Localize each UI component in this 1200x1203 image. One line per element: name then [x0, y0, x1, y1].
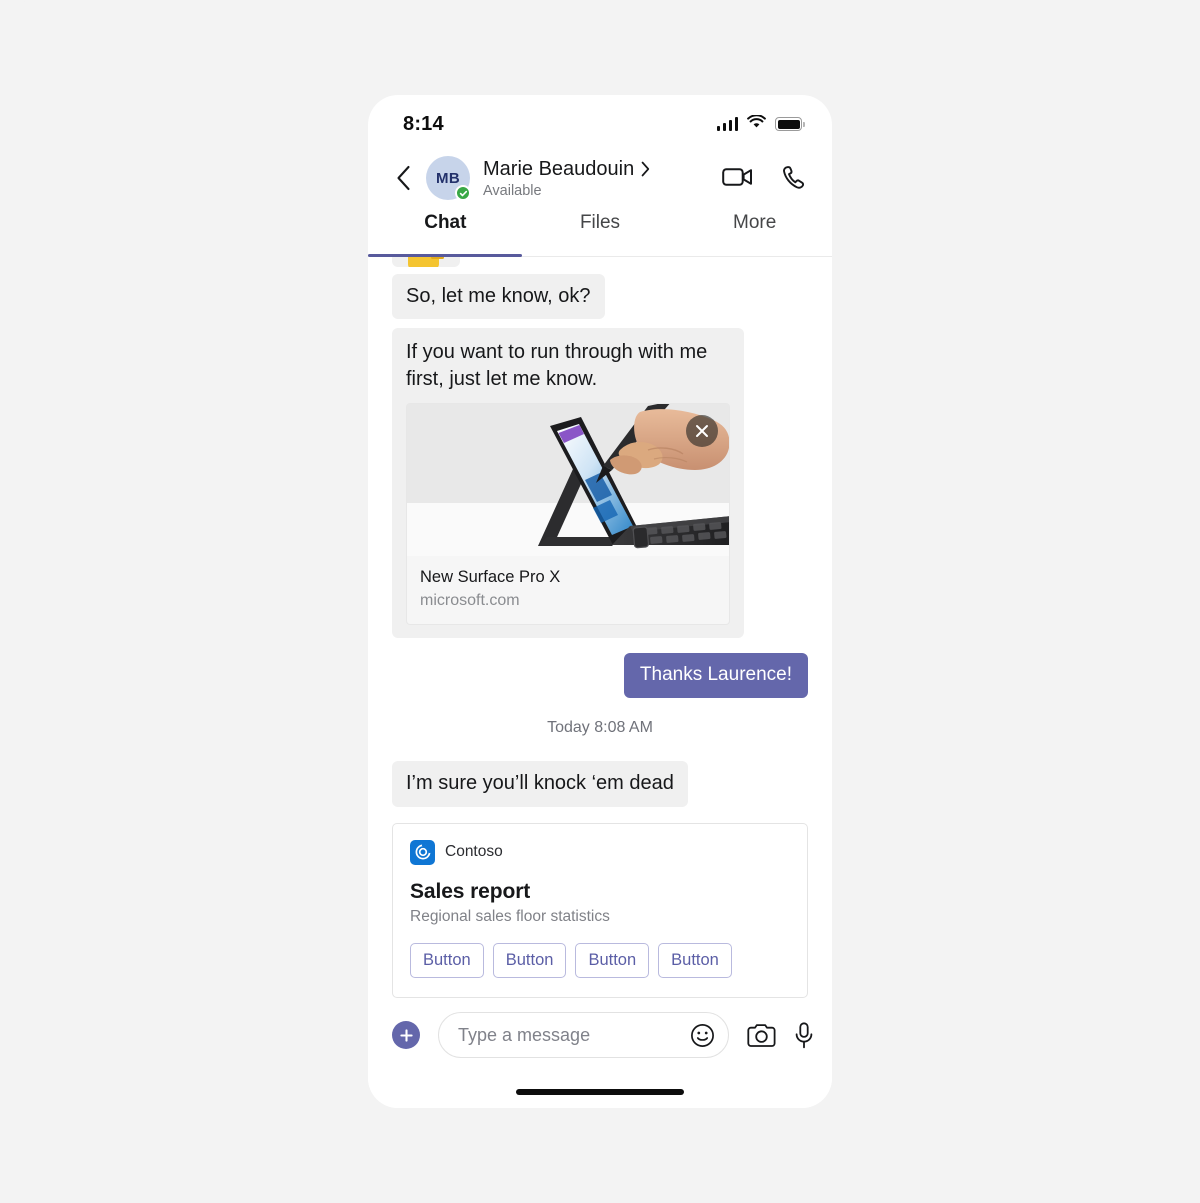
- tab-more[interactable]: More: [677, 209, 832, 256]
- status-bar-icons: [716, 113, 805, 134]
- message-bubble-incoming[interactable]: So, let me know, ok?: [392, 274, 605, 320]
- chevron-left-icon: [396, 165, 410, 191]
- camera-button[interactable]: [747, 1023, 776, 1048]
- battery-full-icon: [775, 117, 805, 131]
- tab-files[interactable]: Files: [523, 209, 678, 256]
- status-bar: 8:14: [368, 95, 832, 147]
- message-row: So, let me know, ok?: [392, 274, 808, 320]
- adaptive-card-title: Sales report: [410, 879, 531, 903]
- message-row: I’m sure you’ll knock ‘em dead: [392, 761, 808, 807]
- page-root: 8:14 MB Marie Beaudouin Available Chat F…: [0, 0, 1200, 1203]
- chat-header: MB Marie Beaudouin Available: [368, 147, 832, 209]
- header-text-block[interactable]: Marie Beaudouin Available: [483, 158, 722, 199]
- message-input-wrapper[interactable]: [438, 1012, 729, 1058]
- phone-icon: [783, 165, 804, 189]
- adaptive-card-subtitle: Regional sales floor statistics: [410, 907, 610, 925]
- signal-bars-icon: [716, 117, 738, 131]
- message-input[interactable]: [458, 1024, 690, 1046]
- contoso-logo-icon: [410, 839, 435, 865]
- close-icon: [696, 425, 708, 438]
- adaptive-card-actions: Button Button Button Button: [410, 942, 790, 979]
- message-bubble-incoming[interactable]: I’m sure you’ll knock ‘em dead: [392, 761, 688, 807]
- home-indicator[interactable]: [516, 1089, 684, 1095]
- home-indicator-area: [368, 1076, 832, 1108]
- status-bar-time: 8:14: [403, 112, 444, 135]
- close-link-preview-button[interactable]: [686, 415, 718, 448]
- sticker-bubble[interactable]: [392, 257, 460, 267]
- tab-chat-label: Chat: [424, 212, 467, 233]
- tab-chat[interactable]: Chat: [368, 209, 523, 256]
- hand-emoji-icon: [408, 257, 444, 267]
- avatar[interactable]: MB: [426, 156, 471, 201]
- adaptive-card-button-3[interactable]: Button: [575, 942, 650, 979]
- microphone-button[interactable]: [794, 1021, 814, 1049]
- smiley-icon: [691, 1023, 714, 1047]
- message-row: Thanks Laurence!: [392, 652, 808, 699]
- adaptive-card-button-1[interactable]: Button: [410, 942, 484, 979]
- checkmark-icon: [459, 190, 467, 196]
- message-text: If you want to run through with me first…: [406, 341, 708, 390]
- camera-icon: [747, 1023, 776, 1047]
- chevron-right-icon: [641, 161, 650, 177]
- back-button[interactable]: [386, 158, 420, 198]
- wifi-icon: [747, 113, 766, 134]
- video-call-button[interactable]: [722, 166, 753, 188]
- message-bubble-incoming-with-link[interactable]: If you want to run through with me first…: [392, 328, 744, 638]
- link-preview-card[interactable]: New Surface Pro X microsoft.com: [406, 403, 730, 625]
- plus-icon: [399, 1028, 413, 1042]
- header-actions: [722, 165, 806, 192]
- link-preview-title: New Surface Pro X: [420, 568, 561, 587]
- surface-pro-x-image: [407, 404, 729, 557]
- contact-presence-text: Available: [483, 182, 542, 199]
- tab-more-label: More: [733, 212, 777, 233]
- adaptive-card-app-name: Contoso: [445, 843, 503, 861]
- adaptive-card-app-row: Contoso: [410, 839, 790, 865]
- presence-badge-available: [455, 185, 471, 201]
- audio-call-button[interactable]: [782, 165, 806, 190]
- message-composer: [368, 998, 832, 1076]
- link-preview-domain: microsoft.com: [420, 591, 520, 609]
- adaptive-card[interactable]: Contoso Sales report Regional sales floo…: [392, 822, 808, 998]
- contact-name-row: Marie Beaudouin: [483, 158, 722, 181]
- video-camera-icon: [722, 168, 752, 186]
- message-row: If you want to run through with me first…: [392, 328, 808, 638]
- phone-frame: 8:14 MB Marie Beaudouin Available Chat F…: [368, 95, 832, 1108]
- message-row-sticker: [392, 257, 808, 267]
- message-list[interactable]: So, let me know, ok? If you want to run …: [368, 257, 832, 998]
- microphone-icon: [795, 1021, 813, 1048]
- message-bubble-outgoing[interactable]: Thanks Laurence!: [623, 652, 808, 699]
- conversation-timestamp: Today 8:08 AM: [547, 719, 653, 737]
- emoji-picker-button[interactable]: [690, 1023, 715, 1048]
- tab-bar: Chat Files More: [368, 209, 832, 257]
- contact-name: Marie Beaudouin: [483, 157, 635, 180]
- adaptive-card-button-4[interactable]: Button: [658, 942, 732, 979]
- link-preview-meta: New Surface Pro X microsoft.com: [407, 556, 729, 624]
- add-attachment-button[interactable]: [392, 1021, 420, 1049]
- tab-files-label: Files: [579, 212, 621, 233]
- link-preview-image: [407, 404, 729, 557]
- adaptive-card-button-2[interactable]: Button: [492, 942, 567, 979]
